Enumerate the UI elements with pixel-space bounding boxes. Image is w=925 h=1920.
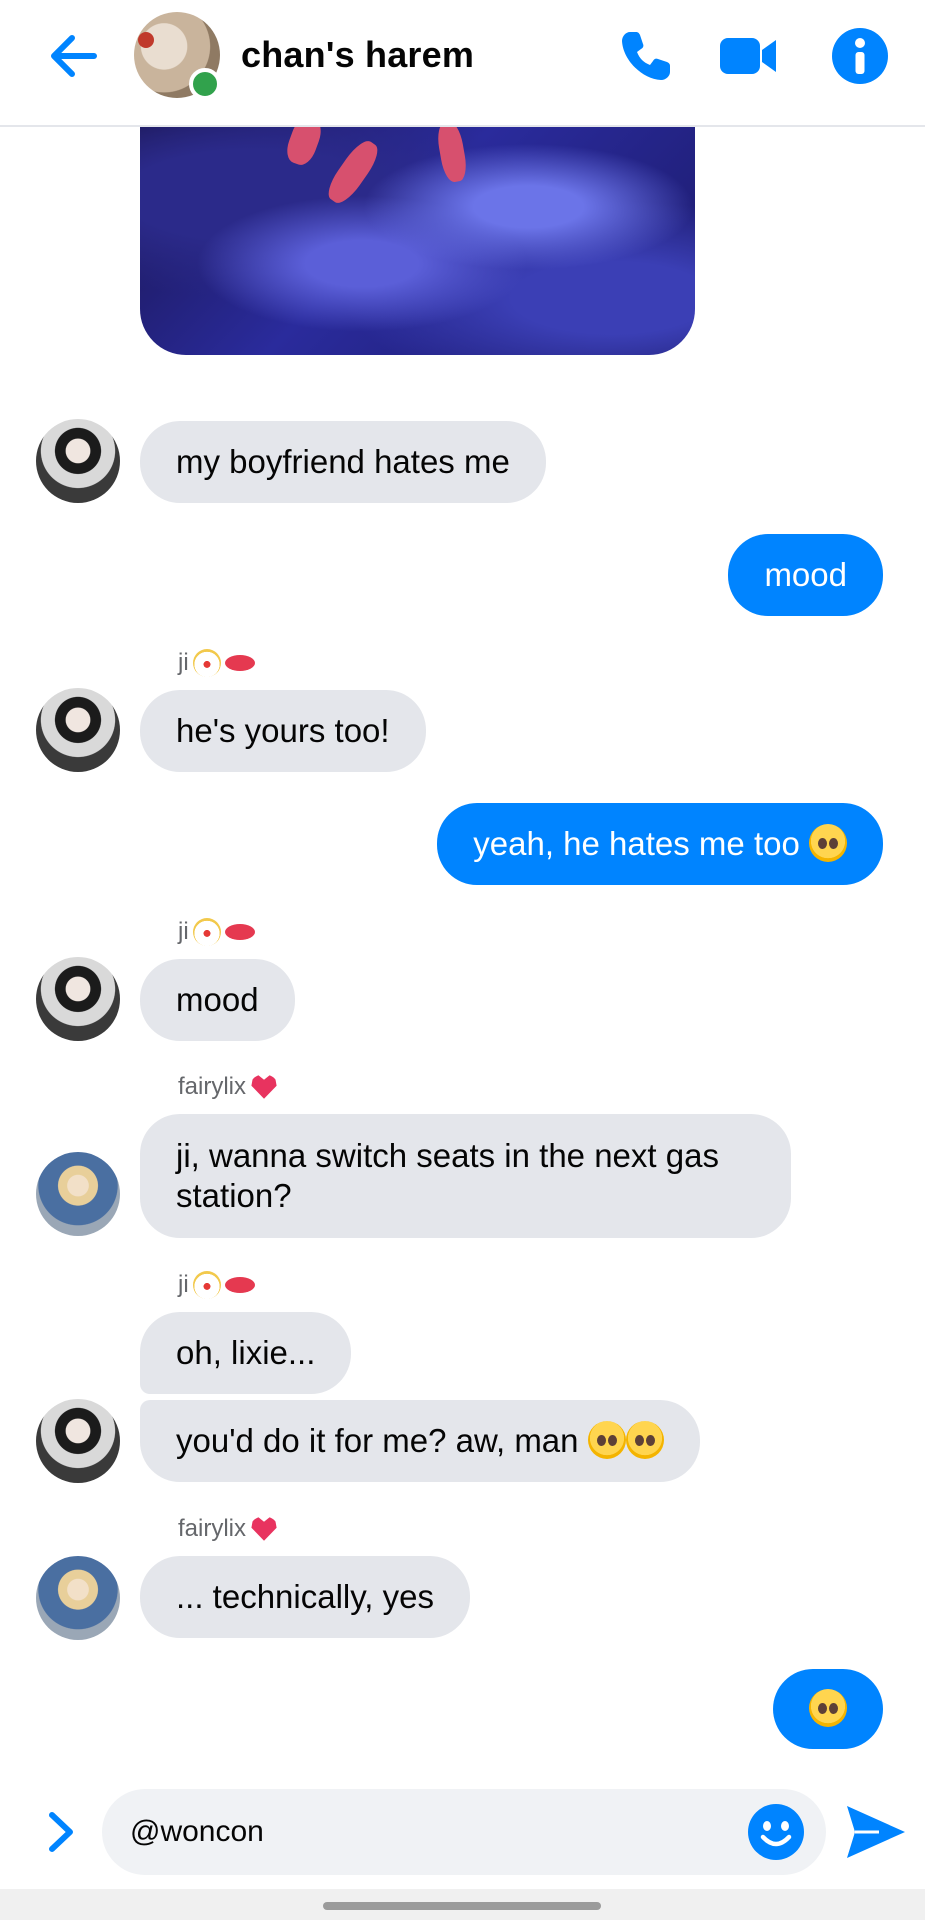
message-bubble-outgoing[interactable]: yeah, he hates me too: [437, 803, 883, 885]
chat-header: chan's harem: [0, 0, 925, 127]
heart-emoji-icon: [251, 1075, 277, 1099]
sender-label: ji: [178, 1271, 189, 1298]
sender-name: ji: [178, 1271, 255, 1299]
lips-emoji-icon: [224, 655, 255, 671]
image-starfish-shape: [282, 127, 326, 169]
message-composer: [0, 1777, 925, 1889]
lips-emoji-icon: [224, 1277, 255, 1293]
avatar[interactable]: [36, 957, 120, 1041]
pleading-face-emoji-icon: [625, 1421, 664, 1459]
avatar[interactable]: [36, 1152, 120, 1236]
shared-image-message[interactable]: [140, 127, 695, 355]
sender-label: ji: [178, 918, 189, 945]
avatar[interactable]: [36, 1556, 120, 1640]
message-bubble-incoming[interactable]: mood: [140, 959, 295, 1041]
avatar[interactable]: [36, 419, 120, 503]
sender-name: ji: [178, 918, 255, 946]
message-input-container[interactable]: [102, 1789, 826, 1875]
group-avatar[interactable]: [134, 12, 221, 100]
message-bubble-outgoing[interactable]: mood: [728, 534, 883, 616]
avatar-flower-decoration: [138, 32, 154, 48]
raised-eyebrow-emoji-icon: [809, 1689, 847, 1727]
home-indicator[interactable]: [323, 1902, 601, 1910]
avatar[interactable]: [36, 1399, 120, 1483]
sender-label: ji: [178, 649, 189, 676]
saluting-face-emoji-icon: [809, 824, 847, 862]
smiley-icon[interactable]: [747, 1803, 805, 1861]
message-bubble-incoming[interactable]: he's yours too!: [140, 690, 426, 772]
system-navigation-bar: [0, 1889, 925, 1920]
phone-icon[interactable]: [614, 24, 678, 88]
sender-name: fairylix: [178, 1515, 278, 1543]
message-bubble-incoming[interactable]: oh, lixie...: [140, 1312, 352, 1394]
message-input[interactable]: [130, 1789, 730, 1875]
sender-name: fairylix: [178, 1073, 278, 1101]
message-bubble-incoming[interactable]: ji, wanna switch seats in the next gas s…: [140, 1114, 791, 1238]
chevron-right-icon[interactable]: [36, 1807, 86, 1857]
message-bubble-incoming[interactable]: ... technically, yes: [140, 1556, 470, 1638]
image-starfish-shape: [322, 135, 384, 209]
video-camera-icon[interactable]: [716, 24, 780, 88]
message-bubble-incoming[interactable]: you'd do it for me? aw, man: [140, 1400, 700, 1482]
avatar[interactable]: [36, 688, 120, 772]
message-text: you'd do it for me? aw, man: [176, 1422, 579, 1459]
sender-label: fairylix: [178, 1073, 247, 1100]
online-status-dot: [189, 68, 221, 100]
sender-name: ji: [178, 649, 255, 677]
info-icon[interactable]: [828, 24, 892, 88]
message-list[interactable]: my boyfriend hates me mood ji he's yours…: [0, 127, 925, 1777]
pleading-face-emoji-icon: [587, 1421, 626, 1459]
sender-label: fairylix: [178, 1515, 247, 1542]
clown-emoji-icon: [192, 918, 221, 946]
chat-title[interactable]: chan's harem: [241, 34, 474, 76]
lips-emoji-icon: [224, 924, 255, 940]
message-bubble-outgoing[interactable]: [773, 1669, 883, 1749]
clown-emoji-icon: [192, 649, 221, 677]
send-icon[interactable]: [843, 1802, 907, 1862]
message-text: yeah, he hates me too: [473, 825, 800, 862]
message-bubble-incoming[interactable]: my boyfriend hates me: [140, 421, 546, 503]
image-starfish-shape: [434, 127, 470, 184]
arrow-left-icon[interactable]: [44, 26, 104, 86]
heart-emoji-icon: [251, 1517, 277, 1541]
clown-emoji-icon: [192, 1271, 221, 1299]
